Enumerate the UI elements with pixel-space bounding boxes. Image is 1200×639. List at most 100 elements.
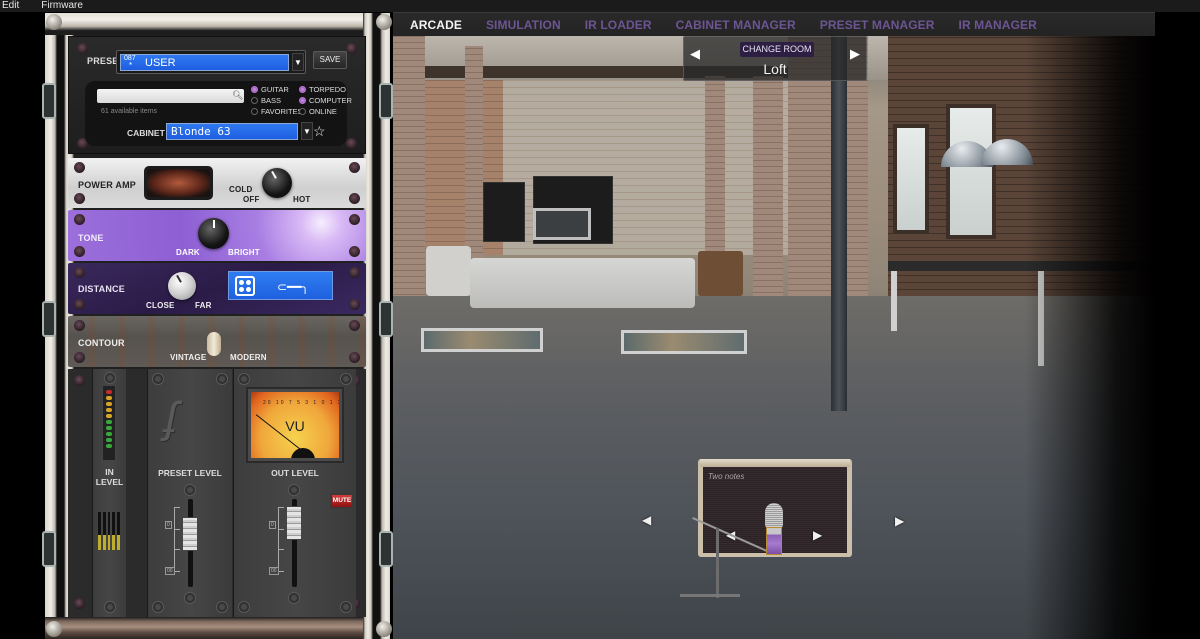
tab-arcade[interactable]: ARCADE	[410, 18, 462, 32]
distance-close-label: CLOSE	[146, 301, 175, 310]
in-level-column: IN LEVEL	[92, 369, 126, 617]
cab-move-right-arrow-icon[interactable]: ▶	[895, 514, 904, 528]
cabinet-dropdown-icon[interactable]: ▼	[301, 122, 313, 140]
rack-bottom-rail	[45, 617, 390, 639]
preset-dropdown-icon[interactable]: ▼	[292, 53, 304, 71]
tab-simulation[interactable]: SIMULATION	[486, 18, 561, 32]
screw	[349, 162, 360, 173]
power-amp-label: POWER AMP	[78, 180, 136, 190]
microphone[interactable]	[763, 503, 785, 563]
fader-zero-mark: 0	[165, 521, 172, 529]
distance-knob[interactable]	[168, 272, 196, 300]
rack-corner	[46, 621, 62, 637]
filter-computer[interactable]: COMPUTER	[299, 96, 352, 105]
cabinet-logo: Two notes	[708, 472, 745, 481]
tab-cabinet-manager[interactable]: CABINET MANAGER	[676, 18, 796, 32]
vu-hub	[291, 448, 315, 458]
power-amp-knob[interactable]	[262, 168, 292, 198]
contour-panel: CONTOUR VINTAGE MODERN	[68, 316, 366, 367]
cab-move-left-arrow-icon[interactable]: ◀	[642, 513, 651, 527]
tone-knob[interactable]	[198, 218, 229, 249]
rack-latch	[42, 301, 56, 337]
screw	[238, 373, 250, 385]
filter-online[interactable]: ONLINE	[299, 107, 337, 116]
fader-zero-mark: 0	[269, 521, 276, 529]
tab-preset-manager[interactable]: PRESET MANAGER	[820, 18, 935, 32]
filter-label: GUITAR	[261, 85, 289, 94]
room-next-arrow-icon[interactable]: ▶	[850, 46, 860, 62]
out-level-label: OUT LEVEL	[271, 468, 319, 478]
screw	[349, 214, 360, 225]
filter-favorites[interactable]: FAVORITES	[251, 107, 303, 116]
filter-label: ONLINE	[309, 107, 337, 116]
tab-ir-loader[interactable]: IR LOADER	[585, 18, 652, 32]
screw	[349, 267, 360, 278]
cabinet-search-input[interactable]	[97, 89, 244, 103]
menu-edit[interactable]: Edit	[0, 0, 27, 12]
filter-guitar[interactable]: GUITAR	[251, 85, 289, 94]
distance-far-label: FAR	[195, 301, 212, 310]
filter-torpedo[interactable]: TORPEDO	[299, 85, 346, 94]
rack-top-rail	[45, 13, 390, 35]
out-level-fader[interactable]	[286, 506, 302, 540]
in-level-label-1: IN	[105, 467, 114, 477]
mic-position-display[interactable]: ⊂━━╮	[228, 271, 333, 300]
mic-move-right-arrow-icon[interactable]: ▶	[813, 528, 822, 542]
filter-label: COMPUTER	[309, 96, 352, 105]
brand-logo-icon: ʄ	[164, 393, 178, 442]
available-items-count: 61 available items	[101, 108, 158, 115]
fader-screw	[288, 484, 300, 496]
save-button[interactable]: SAVE	[313, 51, 347, 69]
radio-unselected-icon	[251, 97, 258, 104]
rack-latch	[379, 531, 393, 567]
scale-tick	[278, 529, 284, 530]
in-level-meter	[102, 385, 116, 461]
knob-indicator	[212, 220, 215, 228]
preset-level-fader[interactable]	[182, 517, 198, 551]
preset-level-column: ʄ PRESET LEVEL 0 00	[147, 369, 232, 617]
room-window	[893, 124, 929, 234]
room-pillar	[753, 76, 783, 316]
scale-tick	[278, 549, 284, 550]
contour-toggle[interactable]	[207, 332, 221, 356]
knob-indicator	[271, 170, 277, 179]
change-room-widget: ◀ CHANGE ROOM Loft ▶	[683, 36, 867, 81]
screw	[349, 246, 360, 257]
filter-bass[interactable]: BASS	[251, 96, 281, 105]
tone-bright-label: BRIGHT	[228, 248, 260, 257]
contour-modern-label: MODERN	[230, 353, 267, 362]
mute-button[interactable]: MUTE	[330, 493, 354, 509]
scale-tick	[174, 549, 180, 550]
screw	[74, 598, 85, 609]
fader-inf-mark: 00	[165, 567, 175, 575]
screw	[74, 320, 85, 331]
scale-tick	[278, 571, 284, 572]
screw	[238, 601, 250, 613]
out-level-column: 20 10 7 5 3 1 0 1 2 3 VU OUT LEVEL MUTE …	[233, 369, 356, 617]
scale-tick	[278, 507, 284, 508]
screw	[104, 601, 116, 613]
contour-label: CONTOUR	[78, 338, 125, 348]
levels-section: IN LEVEL ʄ PRESET LEVEL 0 00 20 10 7 5 3…	[68, 369, 366, 617]
sofa	[470, 258, 695, 308]
screw	[216, 373, 228, 385]
screw	[349, 352, 360, 363]
screw	[349, 299, 360, 310]
tone-panel: TONE DARK BRIGHT	[68, 210, 366, 261]
screw	[346, 43, 357, 54]
search-icon[interactable]: 🔍︎	[232, 90, 243, 101]
floor-glass-panel	[421, 328, 543, 352]
screw	[216, 601, 228, 613]
preset-display[interactable]: 087 * USER	[120, 54, 289, 71]
screw	[74, 246, 85, 257]
mic-head	[765, 503, 783, 527]
fader-scale	[278, 507, 279, 571]
cabinet-display[interactable]: Blonde 63	[166, 123, 298, 140]
menu-firmware[interactable]: Firmware	[27, 0, 91, 12]
room-prev-arrow-icon[interactable]: ◀	[690, 46, 700, 62]
rack-corner	[376, 621, 392, 637]
preset-selector[interactable]: 087 * USER ▼	[116, 50, 306, 74]
favorite-star-icon[interactable]: ☆	[313, 123, 326, 140]
tab-ir-manager[interactable]: IR MANAGER	[959, 18, 1037, 32]
contour-vintage-label: VINTAGE	[170, 353, 207, 362]
